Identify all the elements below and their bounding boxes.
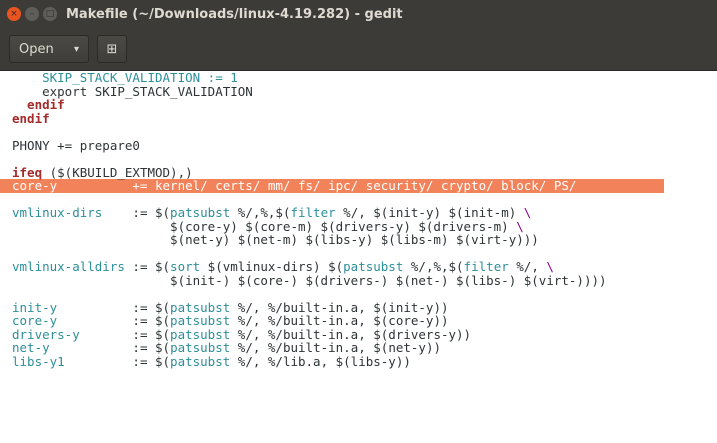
code-token: $(net-y) $(net-m) $(libs-y) $(libs-m) $(… <box>12 232 539 247</box>
code-line[interactable]: endif <box>12 111 717 126</box>
chevron-down-icon: ▾ <box>73 43 79 55</box>
toolbar: Open ▾ ⊞ <box>0 28 717 71</box>
code-line[interactable]: SKIP_STACK_VALIDATION := 1 <box>12 71 717 85</box>
window-controls: × – □ <box>7 7 57 21</box>
code-line[interactable]: endif <box>12 98 717 112</box>
code-line-selected[interactable]: core-y += kernel/ certs/ mm/ fs/ ipc/ se… <box>0 179 664 193</box>
close-window-button[interactable]: × <box>7 7 21 21</box>
code-line[interactable]: $(net-y) $(net-m) $(libs-y) $(libs-m) $(… <box>12 233 717 247</box>
text-editor[interactable]: SKIP_STACK_VALIDATION := 1 export SKIP_S… <box>0 71 717 443</box>
code-line[interactable]: export SKIP_STACK_VALIDATION <box>12 84 717 99</box>
code-view[interactable]: SKIP_STACK_VALIDATION := 1 export SKIP_S… <box>0 71 717 368</box>
code-token: := $( <box>64 353 171 369</box>
code-token: core-y += kernel/ certs/ mm/ fs/ ipc/ se… <box>12 178 577 193</box>
code-line[interactable] <box>12 125 717 139</box>
code-token: PHONY += prepare0 <box>12 137 140 153</box>
code-line[interactable] <box>12 193 717 207</box>
code-token: patsubst <box>170 353 231 369</box>
code-line[interactable]: libs-y1 := $(patsubst %/, %/lib.a, $(lib… <box>12 353 717 369</box>
code-token: \ <box>523 205 532 220</box>
code-line[interactable] <box>12 287 717 301</box>
code-line[interactable]: vmlinux-dirs := $(patsubst %/,%,$(filter… <box>12 206 717 220</box>
code-line[interactable]: vmlinux-alldirs := $(sort $(vmlinux-dirs… <box>12 260 717 274</box>
open-button-label: Open <box>19 41 54 57</box>
code-line[interactable]: net-y := $(patsubst %/, %/built-in.a, $(… <box>12 341 717 355</box>
code-line[interactable] <box>12 152 717 166</box>
code-line[interactable]: PHONY += prepare0 <box>12 137 717 153</box>
code-token: $(init-) $(core-) $(drivers-) $(net-) $(… <box>12 272 607 288</box>
code-token: %/, %/lib.a, $(libs-y)) <box>230 353 411 369</box>
code-line[interactable]: drivers-y := $(patsubst %/, %/built-in.a… <box>12 327 717 342</box>
new-tab-button[interactable]: ⊞ <box>97 35 127 63</box>
code-token: libs-y1 <box>12 353 65 369</box>
code-line[interactable]: core-y := $(patsubst %/, %/built-in.a, $… <box>12 314 717 328</box>
maximize-window-button[interactable]: □ <box>43 7 57 21</box>
code-line[interactable]: ifeq ($(KBUILD_EXTMOD),) <box>12 165 717 180</box>
window-title: Makefile (~/Downloads/linux-4.19.282) - … <box>66 6 403 22</box>
code-line[interactable] <box>12 247 717 261</box>
code-line[interactable]: init-y := $(patsubst %/, %/built-in.a, $… <box>12 300 717 315</box>
code-line[interactable]: $(core-y) $(core-m) $(drivers-y) $(drive… <box>12 219 717 234</box>
window-titlebar[interactable]: × – □ Makefile (~/Downloads/linux-4.19.2… <box>0 0 717 28</box>
open-button[interactable]: Open ▾ <box>9 35 89 63</box>
minimize-window-button[interactable]: – <box>25 7 39 21</box>
new-document-icon: ⊞ <box>106 41 118 57</box>
code-line[interactable]: $(init-) $(core-) $(drivers-) $(net-) $(… <box>12 272 717 288</box>
